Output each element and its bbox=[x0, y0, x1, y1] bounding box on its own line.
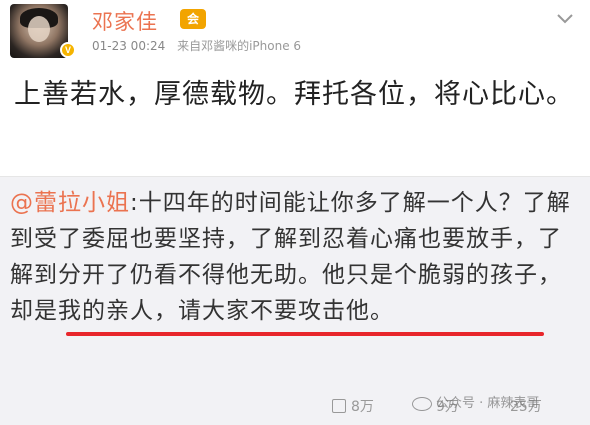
post-source[interactable]: 来自邓酱咪的iPhone 6 bbox=[177, 39, 301, 53]
member-badge-icon[interactable]: 会 bbox=[180, 9, 206, 29]
highlight-underline bbox=[66, 332, 544, 336]
edit-icon bbox=[332, 399, 346, 413]
post-time[interactable]: 01-23 00:24 bbox=[92, 39, 165, 53]
repost-text-block: @蕾拉小姐:十四年的时间能让你多了解一个人？了解到受了委屈也要坚持，了解到忍着心… bbox=[10, 185, 576, 329]
verified-badge-icon: V bbox=[60, 42, 76, 58]
post-header: V 邓家佳 会 01-23 00:24 来自邓酱咪的iPhone 6 bbox=[0, 0, 590, 62]
wechat-icon bbox=[412, 396, 432, 411]
post-meta: 01-23 00:24 来自邓酱咪的iPhone 6 bbox=[92, 37, 301, 54]
repost-box[interactable]: @蕾拉小姐:十四年的时间能让你多了解一个人？了解到受了委屈也要坚持，了解到忍着心… bbox=[0, 176, 590, 425]
username[interactable]: 邓家佳 bbox=[92, 6, 158, 36]
chevron-down-icon[interactable] bbox=[552, 10, 578, 32]
repost-button[interactable]: 8万 bbox=[332, 396, 374, 418]
watermark-text: 公众号 · 麻辣表哥 bbox=[436, 396, 540, 411]
watermark: 公众号 · 麻辣表哥 bbox=[412, 392, 539, 416]
post-text: 上善若水，厚德载物。拜托各位，将心比心。 bbox=[14, 79, 574, 110]
repost-count: 8万 bbox=[351, 399, 374, 415]
mention-link[interactable]: @蕾拉小姐 bbox=[10, 190, 130, 216]
avatar-face bbox=[28, 16, 50, 42]
